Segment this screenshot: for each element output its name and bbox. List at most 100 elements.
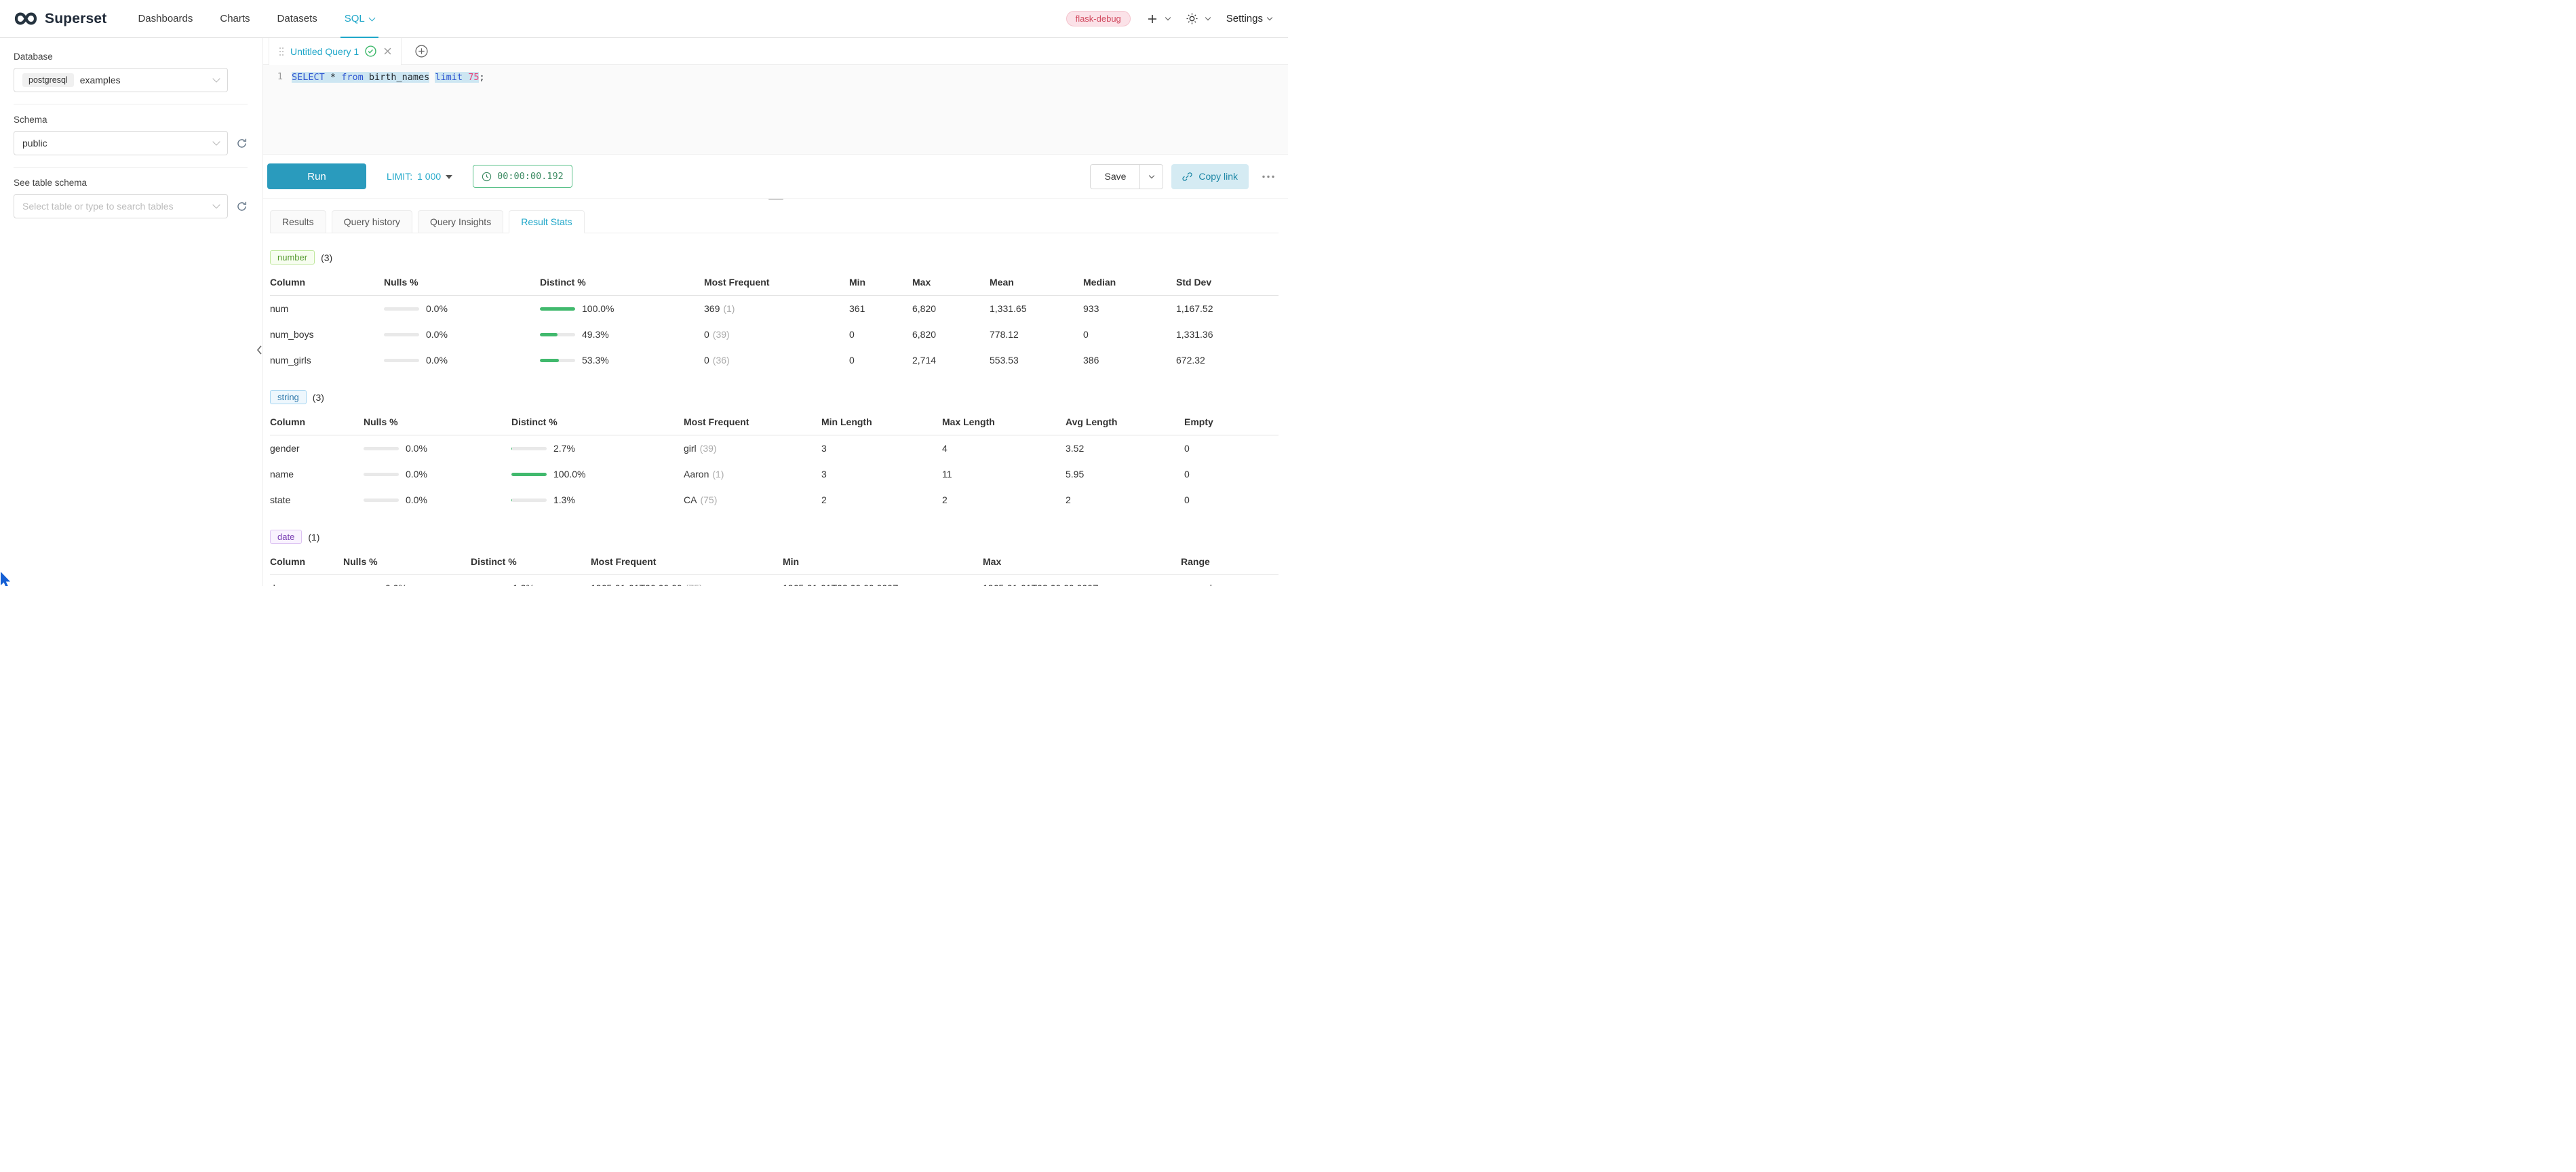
stat-value-cell: 6,820 <box>912 296 990 321</box>
column-name-cell: state <box>270 487 364 513</box>
column-name-cell: num_girls <box>270 347 384 373</box>
stat-value-cell: 2 <box>1066 487 1184 513</box>
nulls-pct-cell: 0.0% <box>364 487 511 513</box>
theme-toggle[interactable] <box>1186 13 1210 24</box>
nav-datasets[interactable]: Datasets <box>264 0 331 38</box>
tab-query-insights[interactable]: Query Insights <box>418 210 503 233</box>
stats-table: ColumnNulls %Distinct %Most FrequentMinM… <box>270 549 1279 586</box>
table-header-cell: Nulls % <box>343 549 471 575</box>
nulls-pct-cell: 0.0% <box>384 296 540 321</box>
table-header-cell: Most Frequent <box>704 270 849 296</box>
distinct-pct-cell: 100.0% <box>540 296 704 321</box>
brand[interactable]: Superset <box>14 11 106 27</box>
code-token <box>463 72 468 83</box>
settings-menu[interactable]: Settings <box>1226 13 1272 24</box>
line-number: 1 <box>263 71 292 154</box>
drag-dots-icon <box>279 47 284 56</box>
column-name-cell: ds <box>270 575 343 586</box>
most-frequent-cell: 0(39) <box>704 321 849 347</box>
stat-value-cell: 3 <box>821 461 942 487</box>
code-token: ; <box>479 72 484 83</box>
stat-value-cell: 1965-01-01T03:00:00.000Z <box>783 575 983 586</box>
column-count: (3) <box>321 252 332 263</box>
chevron-down-icon <box>212 201 220 208</box>
schema-select[interactable]: public <box>14 131 228 155</box>
query-tab[interactable]: Untitled Query 1 <box>269 38 402 65</box>
more-options-button[interactable] <box>1257 171 1280 182</box>
stat-value-cell: 0 <box>849 321 912 347</box>
navbar: Superset Dashboards Charts Datasets SQL … <box>0 0 1288 38</box>
distinct-bar <box>511 447 547 450</box>
mouse-cursor-icon <box>0 572 12 586</box>
limit-dropdown[interactable]: LIMIT: 1 000 <box>387 171 452 182</box>
table-header-cell: Min <box>849 270 912 296</box>
column-name-cell: num <box>270 296 384 321</box>
tab-query-history[interactable]: Query history <box>332 210 412 233</box>
database-value: examples <box>80 75 121 85</box>
chevron-down-icon <box>1267 15 1272 20</box>
link-icon <box>1182 172 1192 182</box>
nav-charts[interactable]: Charts <box>206 0 263 38</box>
editor-toolbar: Run LIMIT: 1 000 00:00:00.192 Save <box>263 155 1288 198</box>
distinct-pct-cell: 49.3% <box>540 321 704 347</box>
stat-value-cell: 1,331.65 <box>990 296 1083 321</box>
new-tab-button[interactable] <box>415 45 428 58</box>
resize-handle[interactable] <box>763 198 789 201</box>
copy-link-label: Copy link <box>1198 171 1238 182</box>
save-split-button: Save <box>1090 164 1163 189</box>
stats-table: ColumnNulls %Distinct %Most FrequentMin … <box>270 410 1279 513</box>
nulls-bar <box>384 307 419 311</box>
close-tab-icon[interactable] <box>384 47 391 55</box>
schema-value: public <box>22 138 47 149</box>
schema-label: Schema <box>14 115 248 125</box>
stat-value-cell: 3.52 <box>1066 435 1184 461</box>
chevron-down-icon <box>1205 15 1211 20</box>
column-name-cell: num_boys <box>270 321 384 347</box>
database-select[interactable]: postgresql examples <box>14 68 228 92</box>
collapse-sidebar-button[interactable] <box>256 343 262 357</box>
table-header-cell: Range <box>1181 549 1279 575</box>
nav-dashboards[interactable]: Dashboards <box>124 0 206 38</box>
stat-value-cell: 0 <box>849 347 912 373</box>
tab-result-stats[interactable]: Result Stats <box>509 210 584 233</box>
stat-value-cell: 3 <box>821 435 942 461</box>
nulls-bar <box>384 333 419 336</box>
save-dropdown-button[interactable] <box>1140 164 1163 189</box>
table-header-cell: Max <box>912 270 990 296</box>
distinct-pct-cell: 100.0% <box>511 461 684 487</box>
nulls-pct-cell: 0.0% <box>384 347 540 373</box>
stat-value-cell: 553.53 <box>990 347 1083 373</box>
table-header-cell: Nulls % <box>364 410 511 435</box>
chevron-down-icon <box>1149 173 1154 178</box>
navbar-right: flask-debug Settings <box>1066 11 1272 26</box>
nulls-pct-cell: 0.0% <box>364 461 511 487</box>
stat-value-cell: 4 <box>942 435 1066 461</box>
refresh-tables-icon[interactable] <box>236 201 248 212</box>
clock-icon <box>482 172 492 182</box>
refresh-schemas-icon[interactable] <box>236 138 248 149</box>
most-frequent-cell: CA(75) <box>684 487 821 513</box>
sql-editor[interactable]: 1 SELECT * from birth_names limit 75; <box>263 65 1288 155</box>
run-button[interactable]: Run <box>267 163 366 189</box>
save-button[interactable]: Save <box>1090 164 1140 189</box>
add-new-button[interactable] <box>1147 14 1170 24</box>
stat-value-cell: 2 <box>821 487 942 513</box>
query-tab-bar: Untitled Query 1 <box>263 38 1288 65</box>
stat-value-cell: 0 <box>1083 321 1176 347</box>
check-circle-icon <box>365 45 376 57</box>
table-header-cell: Column <box>270 410 364 435</box>
tab-results[interactable]: Results <box>270 210 326 233</box>
settings-label: Settings <box>1226 13 1263 24</box>
code-token: limit <box>435 72 463 83</box>
column-count: (1) <box>308 532 319 543</box>
timer-value: 00:00:00.192 <box>497 171 564 182</box>
table-select-placeholder: Select table or type to search tables <box>22 201 174 212</box>
code-token: * <box>330 72 336 83</box>
table-header-cell: Median <box>1083 270 1176 296</box>
distinct-bar <box>540 359 575 362</box>
copy-link-button[interactable]: Copy link <box>1171 164 1249 189</box>
table-select[interactable]: Select table or type to search tables <box>14 194 228 218</box>
nav-sql[interactable]: SQL <box>331 0 388 38</box>
nulls-pct-cell: 0.0% <box>343 575 471 586</box>
nulls-pct-cell: 0.0% <box>384 321 540 347</box>
